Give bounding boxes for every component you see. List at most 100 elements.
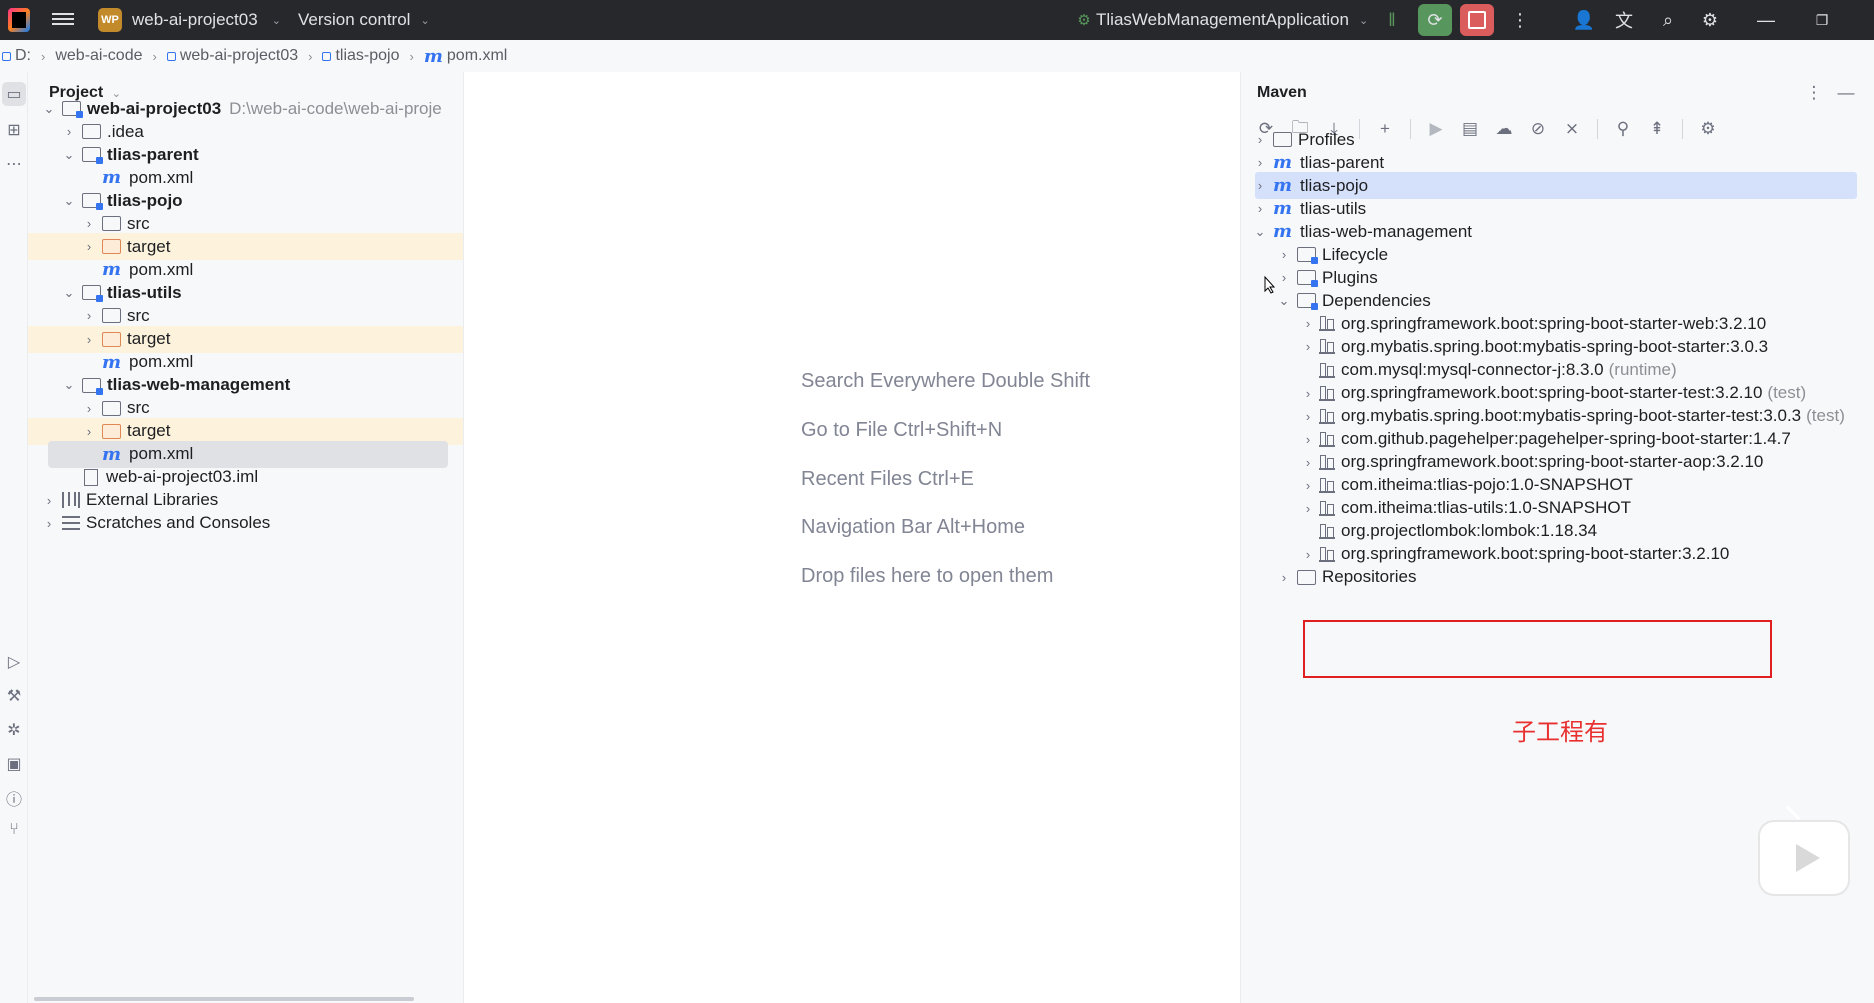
maven-icon: m [1273, 198, 1293, 220]
settings-gear-icon[interactable]: ⚙ [1696, 6, 1724, 34]
excluded-folder-icon [102, 239, 121, 255]
chevron-down-icon[interactable]: ⌄ [62, 147, 76, 163]
chevron-down-icon[interactable]: ⌄ [42, 101, 56, 117]
module-folder-icon [82, 193, 103, 211]
tree-item-label: target [127, 236, 171, 256]
video-play-button[interactable] [1760, 822, 1848, 894]
git-branch-icon[interactable]: ⑂ [2, 818, 26, 842]
chevron-right-icon[interactable]: › [1277, 270, 1291, 285]
tree-item-label: Plugins [1322, 267, 1378, 287]
chevron-right-icon[interactable]: › [1301, 316, 1315, 331]
chevron-right-icon[interactable]: › [42, 516, 56, 531]
chevron-down-icon[interactable]: ⌄ [1277, 293, 1291, 309]
module-file-icon [84, 468, 98, 486]
chevron-down-icon[interactable]: ⌄ [62, 193, 76, 209]
chevron-right-icon[interactable]: › [1301, 478, 1315, 493]
tree-item-path: D:\web-ai-code\web-ai-proje [229, 98, 442, 118]
chevron-right-icon[interactable]: › [1301, 432, 1315, 447]
problems-icon[interactable]: ⓘ [2, 786, 26, 810]
chevron-right-icon[interactable]: › [1277, 247, 1291, 262]
debug-bug-icon[interactable]: ✲ [2, 718, 26, 742]
project-view-folder-icon[interactable]: ▭ [2, 82, 26, 106]
build-hammer-icon[interactable]: ⚒ [2, 684, 26, 708]
dependency-icon [1319, 431, 1335, 447]
scratches-icon [62, 516, 80, 531]
code-with-me-icon[interactable]: 👤 [1570, 6, 1598, 34]
chevron-right-icon[interactable]: › [82, 332, 96, 347]
breadcrumb-label: D: [15, 47, 31, 64]
breadcrumb-item-pom[interactable]: m pom.xml [424, 46, 508, 67]
tree-item-label: src [127, 213, 150, 233]
more-options-icon[interactable]: ⋮ [1801, 80, 1827, 106]
rerun-button[interactable]: ⟳ [1418, 4, 1452, 36]
tree-item-label: com.itheima:tlias-utils:1.0-SNAPSHOT [1341, 498, 1632, 518]
pause-icon[interactable]: ‖ [1378, 6, 1406, 34]
search-icon[interactable]: ⌕ [1654, 6, 1682, 34]
chevron-right-icon[interactable]: › [82, 308, 96, 323]
chevron-right-icon: › [152, 48, 157, 64]
chevron-down-icon[interactable]: ⌄ [1253, 224, 1267, 240]
translate-icon[interactable]: 文 [1610, 6, 1638, 34]
stop-button[interactable] [1460, 4, 1494, 36]
chevron-right-icon[interactable]: › [42, 493, 56, 508]
chevron-right-icon[interactable]: › [1301, 339, 1315, 354]
breadcrumb-label: web-ai-code [55, 47, 143, 64]
chevron-right-icon[interactable]: › [1301, 501, 1315, 516]
module-folder-icon [62, 101, 83, 118]
chevron-right-icon[interactable]: › [1301, 455, 1315, 470]
project-badge: WP [98, 8, 122, 32]
tree-item-label: org.mybatis.spring.boot:mybatis-spring-b… [1341, 406, 1802, 426]
breadcrumb-item-web-ai-code[interactable]: web-ai-code [55, 47, 142, 65]
run-configuration-selector[interactable]: TliasWebManagementApplication ⌄ [1096, 10, 1368, 30]
chevron-down-icon[interactable]: ⌄ [62, 377, 76, 393]
chevron-right-icon[interactable]: › [1253, 155, 1267, 170]
dependency-icon [1319, 408, 1335, 424]
hint-drop-files: Drop files here to open them [801, 565, 1054, 587]
breadcrumb-item-project[interactable]: web-ai-project03 [166, 47, 298, 65]
terminal-icon[interactable]: ▣ [2, 752, 26, 776]
chevron-right-icon[interactable]: › [1253, 132, 1267, 147]
chevron-right-icon[interactable]: › [1301, 547, 1315, 562]
restore-window-icon[interactable]: ❐ [1808, 6, 1836, 34]
project-switcher[interactable]: WP web-ai-project03 ⌄ [98, 8, 281, 32]
module-icon [322, 51, 332, 61]
maven-icon: m [102, 259, 122, 281]
chevron-right-icon[interactable]: › [82, 216, 96, 231]
more-actions-icon[interactable]: ⋮ [1506, 6, 1534, 34]
chevron-right-icon[interactable]: › [82, 401, 96, 416]
tree-row[interactable]: › Repositories [1241, 564, 1874, 591]
tree-item-label: com.itheima:tlias-pojo:1.0-SNAPSHOT [1341, 475, 1633, 495]
dependency-scope: (test) [1767, 383, 1807, 403]
chevron-down-icon[interactable]: ⌄ [62, 285, 76, 301]
minimize-icon[interactable]: — [1752, 6, 1780, 34]
chevron-right-icon[interactable]: › [1253, 178, 1267, 193]
breadcrumb-item-drive[interactable]: D: [2, 47, 31, 65]
chevron-right-icon[interactable]: › [1253, 201, 1267, 216]
tree-row[interactable]: › Scratches and Consoles [28, 510, 463, 537]
more-tools-icon[interactable]: ⋯ [2, 152, 26, 176]
module-icon [2, 51, 11, 61]
run-icon[interactable]: ▷ [2, 650, 26, 674]
chevron-right-icon[interactable]: › [1277, 570, 1291, 585]
chevron-right-icon[interactable]: › [82, 424, 96, 439]
run-config-icon: ⚙ [1077, 12, 1091, 29]
horizontal-scrollbar[interactable] [34, 997, 414, 1001]
version-control-label: Version control [298, 10, 411, 29]
dependency-icon [1319, 546, 1335, 562]
chevron-right-icon[interactable]: › [1301, 409, 1315, 424]
structure-icon[interactable]: ⊞ [2, 118, 26, 142]
chevron-right-icon: › [409, 48, 414, 64]
hide-panel-icon[interactable]: — [1833, 80, 1859, 106]
intellij-logo-icon[interactable] [8, 8, 30, 32]
main-menu-icon[interactable] [52, 10, 74, 30]
hint-recent-files: Recent Files Ctrl+E [801, 468, 974, 490]
maven-icon: m [1273, 221, 1293, 243]
tree-item-label: org.springframework.boot:spring-boot-sta… [1341, 383, 1763, 403]
tree-item-label: src [127, 398, 150, 418]
chevron-right-icon[interactable]: › [62, 124, 76, 139]
module-folder-icon [82, 147, 103, 165]
chevron-right-icon[interactable]: › [1301, 386, 1315, 401]
chevron-right-icon[interactable]: › [82, 239, 96, 254]
version-control-menu[interactable]: Version control ⌄ [298, 10, 430, 30]
breadcrumb-item-tlias-pojo[interactable]: tlias-pojo [322, 47, 400, 65]
